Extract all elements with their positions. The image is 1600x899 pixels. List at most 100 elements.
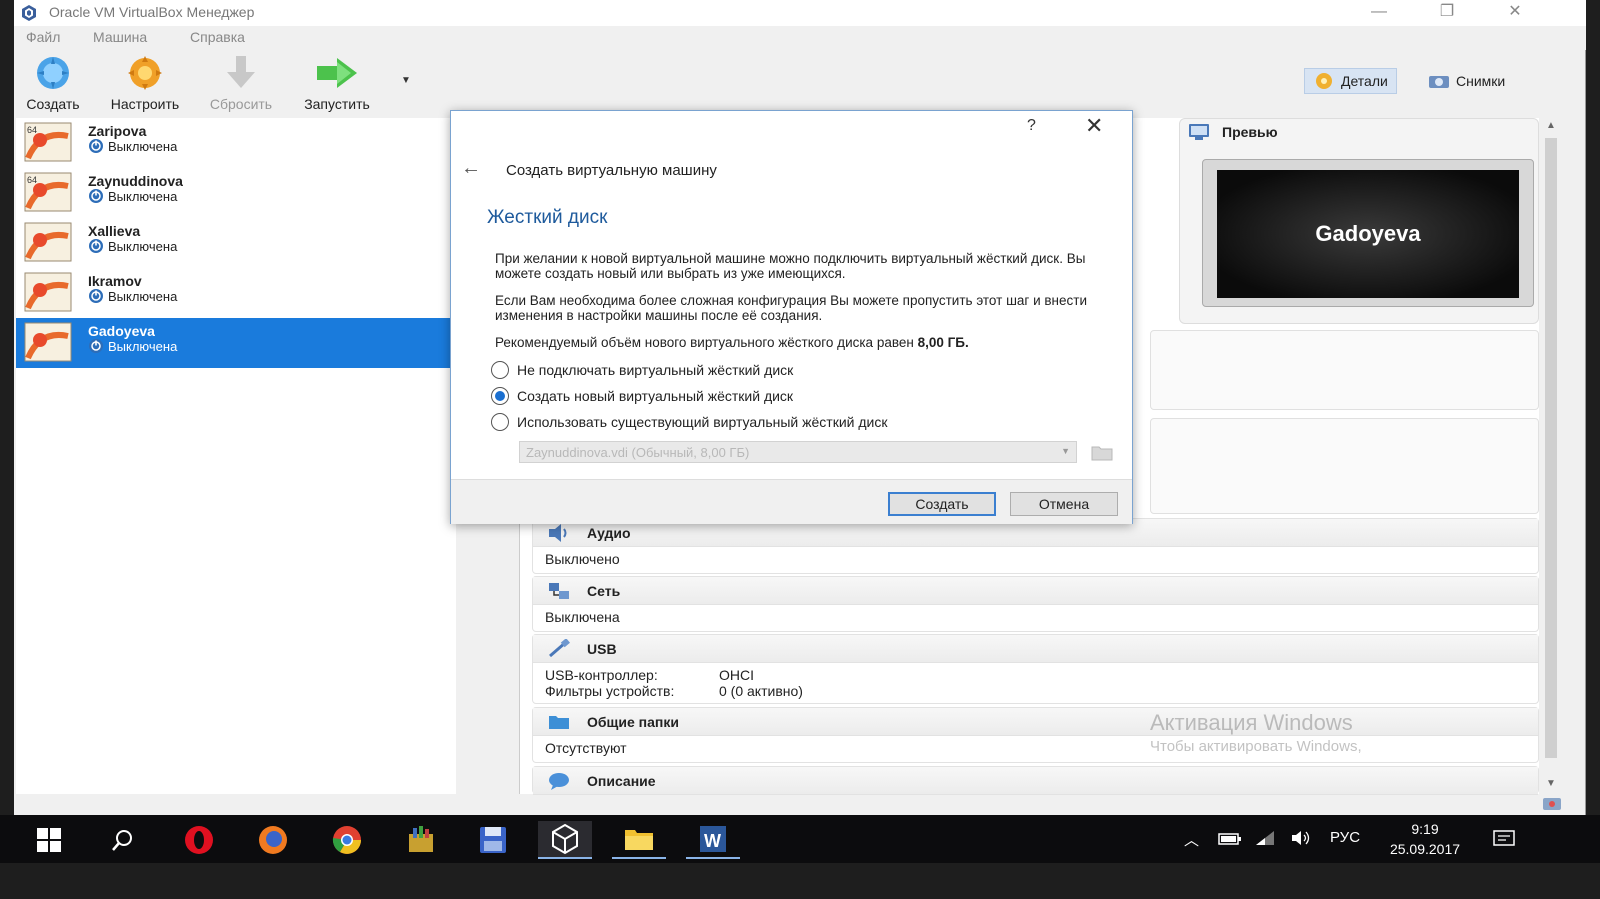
monitor-icon	[1189, 124, 1209, 140]
create-button[interactable]: Создать	[888, 492, 996, 516]
close-window-button[interactable]: ✕	[1492, 0, 1538, 26]
virtualbox-taskbar-icon[interactable]	[538, 821, 592, 859]
vm-state: Выключена	[88, 188, 177, 204]
details-scrollbar[interactable]: ▲ ▼	[1542, 118, 1560, 794]
settings-button[interactable]: Настроить	[100, 54, 190, 114]
radio-label: Не подключать виртуальный жёсткий диск	[517, 362, 794, 378]
vm-item-gadoyeva[interactable]: Gadoyeva Выключена	[16, 318, 456, 368]
scroll-up-icon[interactable]: ▲	[1545, 120, 1557, 132]
discard-arrow-icon	[227, 56, 255, 88]
file-explorer-icon[interactable]	[612, 821, 666, 859]
details-panel-partial	[1150, 330, 1539, 410]
vm-item-zaynuddinova[interactable]: 64 Zaynuddinova Выключена	[16, 168, 456, 218]
save-disk-icon[interactable]	[466, 821, 520, 859]
taskbar: W ︿ РУС 9:19 25.09.2017	[0, 815, 1600, 863]
back-arrow-icon[interactable]: ←	[461, 157, 481, 180]
usb-filters-value: 0 (0 активно)	[719, 683, 803, 699]
wifi-icon[interactable]	[1254, 829, 1276, 847]
details-view-button[interactable]: Детали	[1304, 68, 1397, 94]
section-header[interactable]: Описание	[533, 767, 1538, 795]
power-off-icon	[89, 139, 103, 153]
dialog-help-button[interactable]: ?	[1027, 117, 1036, 135]
os-type-icon	[24, 222, 72, 262]
windows-start-icon[interactable]	[22, 821, 76, 859]
opera-icon[interactable]	[172, 821, 226, 859]
dialog-close-button[interactable]: ✕	[1085, 113, 1103, 139]
radio-button[interactable]	[491, 361, 509, 379]
details-label: Детали	[1341, 73, 1388, 89]
start-dropdown-arrow-icon[interactable]: ▼	[401, 75, 411, 86]
section-description: Описание	[532, 766, 1539, 795]
menu-help[interactable]: Справка	[190, 29, 245, 45]
store-icon[interactable]	[394, 821, 448, 859]
firefox-icon[interactable]	[246, 821, 300, 859]
start-button[interactable]: Запустить	[292, 54, 382, 114]
toolbar: Создать Настроить Сбросить Запустить ▼ Д…	[14, 50, 1586, 116]
section-usb: USB USB-контроллер: OHCI Фильтры устройст…	[532, 634, 1539, 704]
vm-name: Xallieva	[88, 223, 141, 239]
scroll-thumb[interactable]	[1545, 138, 1557, 758]
chrome-icon[interactable]	[320, 821, 374, 859]
option-create-disk[interactable]: Создать новый виртуальный жёсткий диск	[491, 387, 793, 405]
tray-expand-icon[interactable]: ︿	[1184, 829, 1199, 850]
usb-filters-label: Фильтры устройств:	[545, 683, 675, 699]
snapshots-label: Снимки	[1456, 73, 1506, 89]
vm-state-label: Выключена	[108, 138, 178, 154]
restore-button[interactable]: ❐	[1424, 0, 1470, 26]
vm-list: 64 Zaripova Выключена 64 Zaynuddinova Вы…	[16, 118, 456, 794]
section-header[interactable]: USB	[533, 635, 1538, 663]
search-icon[interactable]	[96, 821, 150, 859]
usb-icon	[549, 638, 570, 657]
language-indicator[interactable]: РУС	[1330, 829, 1360, 846]
battery-icon[interactable]	[1218, 831, 1242, 847]
audio-value: Выключено	[545, 551, 620, 567]
word-icon[interactable]: W	[686, 821, 740, 859]
create-button[interactable]: Создать	[8, 54, 98, 114]
radio-button[interactable]	[491, 387, 509, 405]
details-icon	[1316, 73, 1332, 89]
vm-state-label: Выключена	[108, 338, 178, 354]
section-header[interactable]: Сеть	[533, 577, 1538, 605]
chevron-down-icon: ▼	[1061, 446, 1070, 456]
arch-badge: 64	[27, 175, 37, 185]
start-label: Запустить	[304, 96, 370, 112]
title-bar: Oracle VM VirtualBox Менеджер — ❐ ✕	[14, 0, 1586, 26]
dialog-title: Создать виртуальную машину	[506, 162, 717, 179]
preview-frame: Gadoyeva	[1202, 159, 1534, 307]
option-existing-disk[interactable]: Использовать существующий виртуальный жё…	[491, 413, 887, 431]
vm-state-label: Выключена	[108, 188, 178, 204]
snapshots-view-button[interactable]: Снимки	[1420, 68, 1513, 94]
status-bar-icon[interactable]	[1542, 796, 1562, 812]
section-title: Аудио	[587, 524, 631, 541]
option-no-disk[interactable]: Не подключать виртуальный жёсткий диск	[491, 361, 793, 379]
preview-vm-name: Gadoyeva	[1315, 221, 1421, 246]
discard-button[interactable]: Сбросить	[196, 54, 286, 114]
scroll-down-icon[interactable]: ▼	[1545, 778, 1557, 790]
folder-icon	[549, 715, 569, 729]
browse-disk-icon[interactable]	[1091, 443, 1113, 461]
vm-state-label: Выключена	[108, 288, 178, 304]
vm-name: Zaynuddinova	[88, 173, 183, 189]
vm-item-ikramov[interactable]: Ikramov Выключена	[16, 268, 456, 318]
os-type-icon	[24, 322, 72, 362]
vm-state-label: Выключена	[108, 238, 178, 254]
menu-file[interactable]: Файл	[26, 29, 60, 45]
vm-state: Выключена	[88, 238, 177, 254]
window-title: Oracle VM VirtualBox Менеджер	[49, 4, 255, 20]
vm-item-xallieva[interactable]: Xallieva Выключена	[16, 218, 456, 268]
volume-icon[interactable]	[1290, 829, 1312, 847]
menu-machine[interactable]: Машина	[93, 29, 147, 45]
preview-title: Превью	[1222, 124, 1278, 140]
cancel-button[interactable]: Отмена	[1010, 492, 1118, 516]
preview-panel: Превью Gadoyeva	[1179, 118, 1539, 324]
minimize-button[interactable]: —	[1356, 0, 1402, 26]
taskbar-clock[interactable]: 9:19 25.09.2017	[1380, 819, 1470, 859]
section-audio: Аудио Выключено	[532, 518, 1539, 574]
notifications-icon[interactable]	[1492, 829, 1516, 849]
vm-item-zaripova[interactable]: 64 Zaripova Выключена	[16, 118, 456, 168]
radio-button[interactable]	[491, 413, 509, 431]
existing-disk-select[interactable]: Zaynuddinova.vdi (Обычный, 8,00 ГБ) ▼	[519, 441, 1077, 463]
section-title: Описание	[587, 772, 656, 789]
vm-state: Выключена	[88, 288, 177, 304]
section-header[interactable]: Общие папки	[533, 708, 1538, 736]
